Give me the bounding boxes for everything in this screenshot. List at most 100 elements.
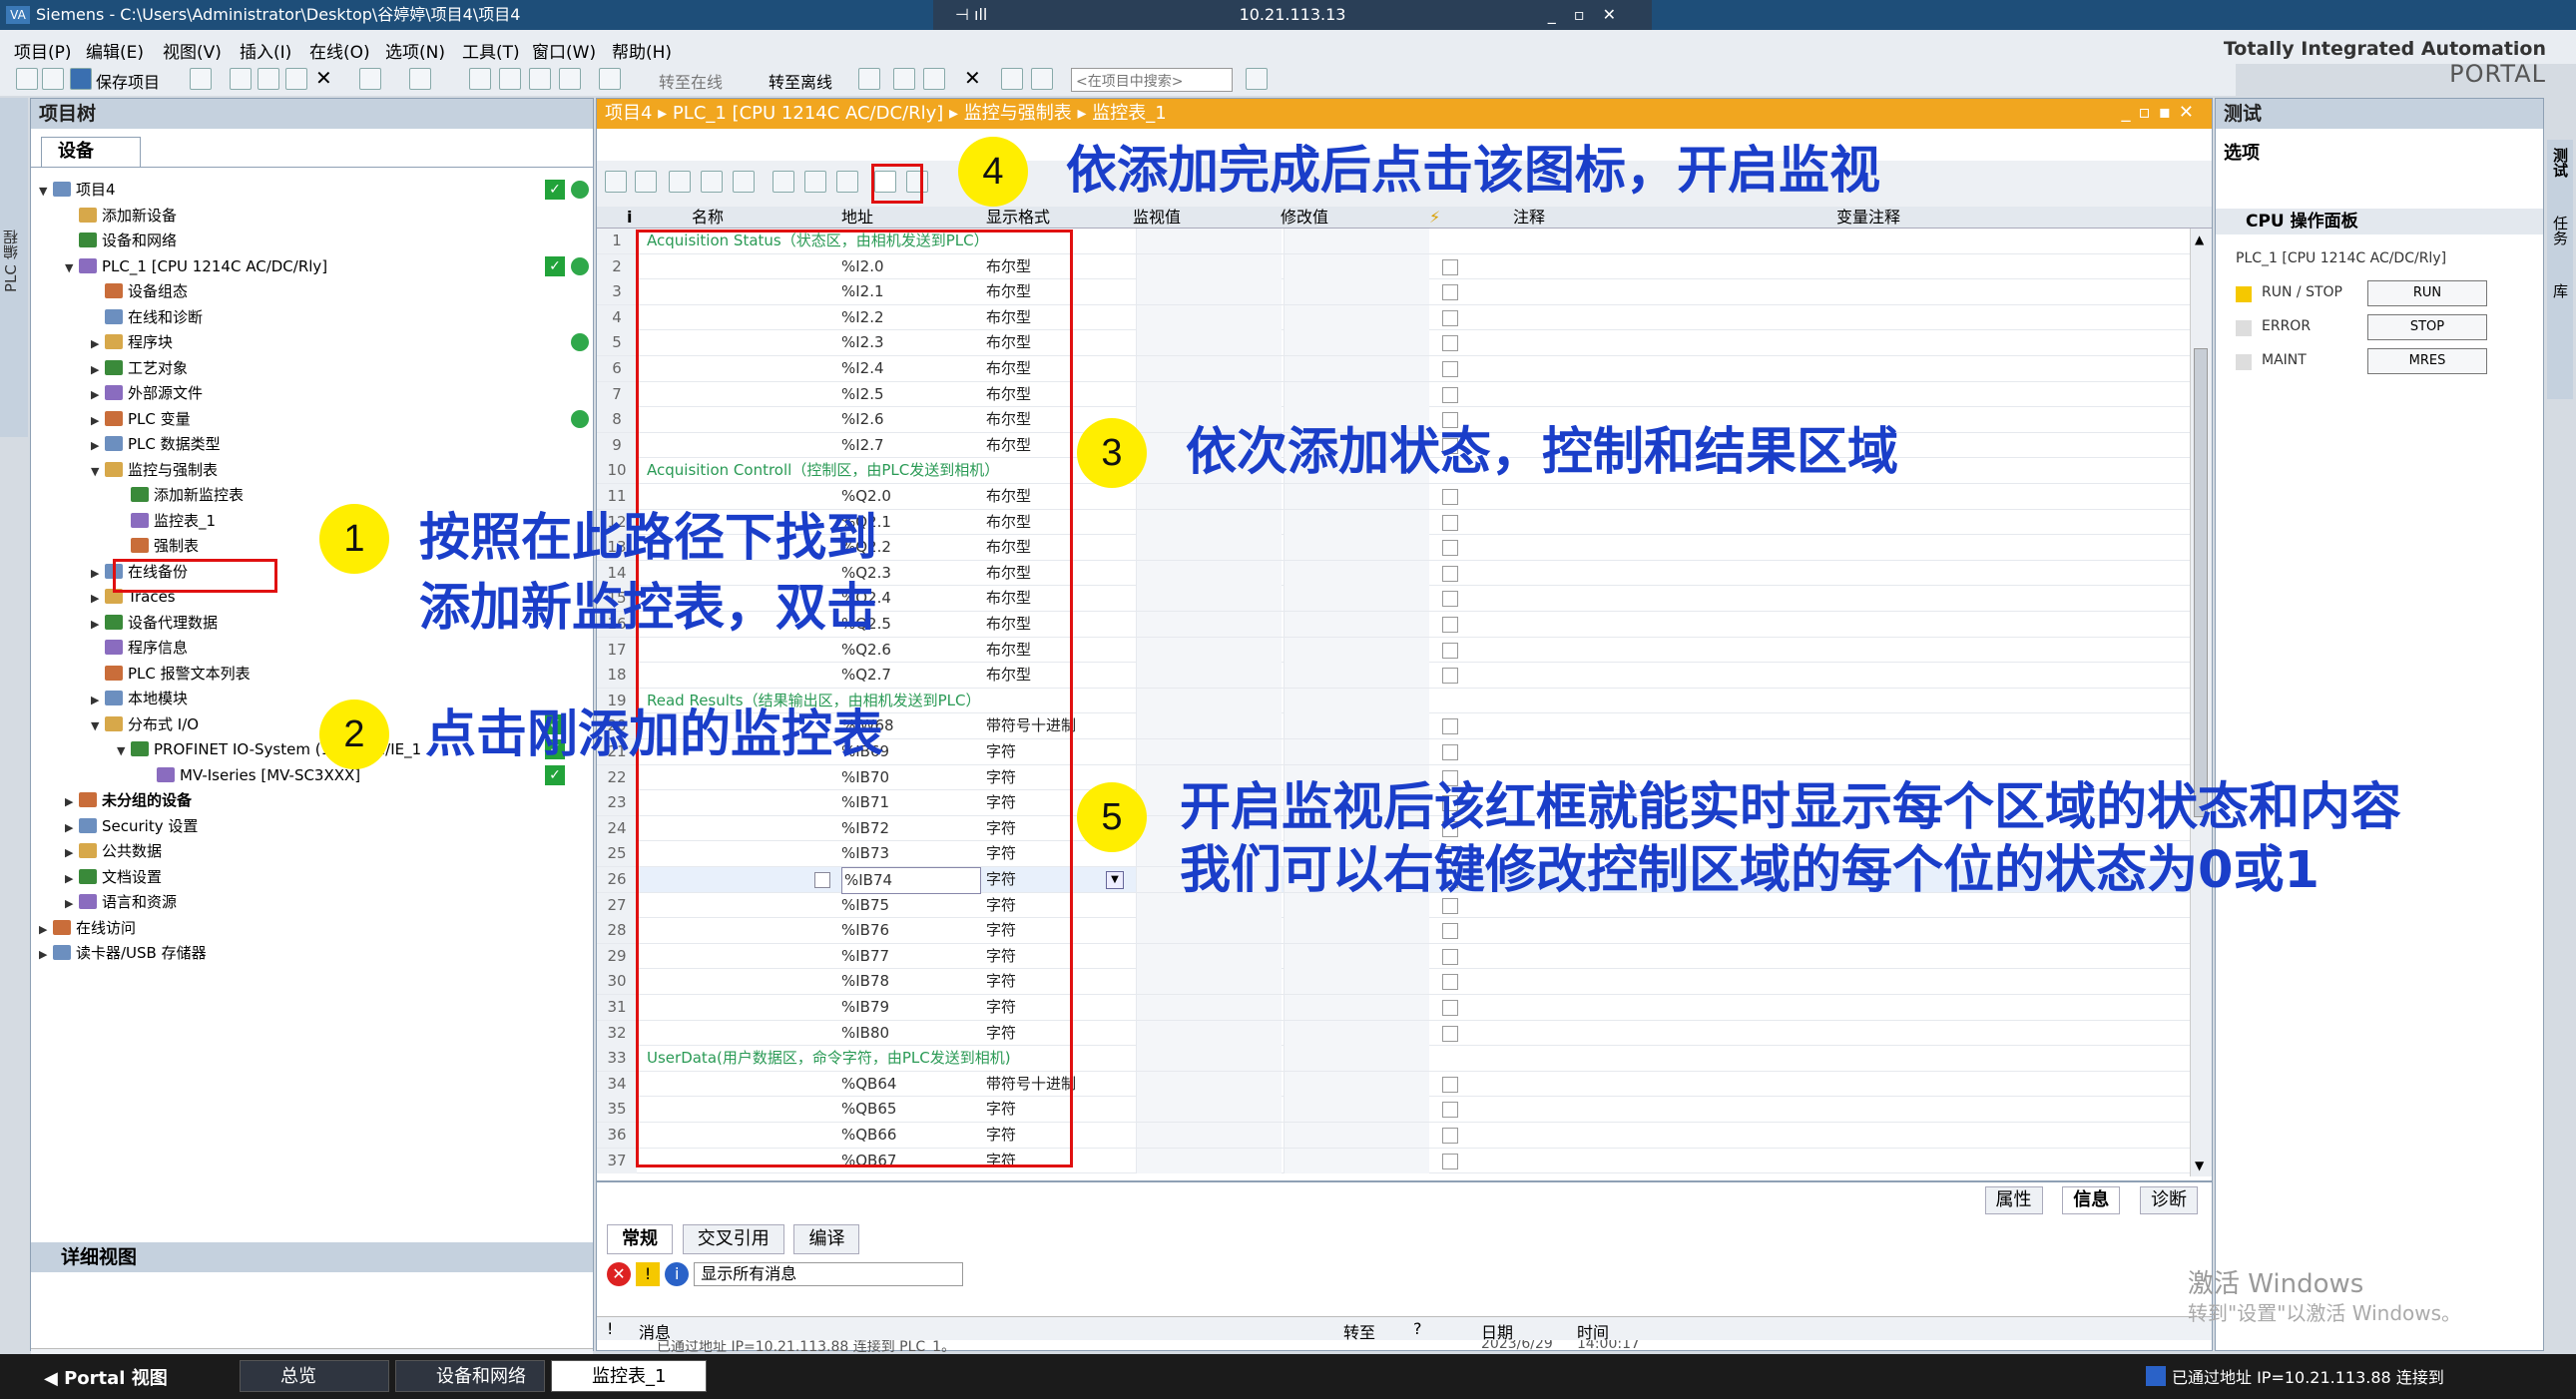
task-overview[interactable]: 总览 [240,1360,389,1392]
close-all-icon[interactable]: ✕ [964,66,981,90]
modify-checkbox[interactable] [1442,258,1458,275]
portal-view-button[interactable]: ◀ Portal 视图 [44,1364,168,1390]
tree-item[interactable]: ▶ 文档设置 [31,865,593,890]
modify-checkbox[interactable] [1442,1102,1458,1119]
remote-window-controls[interactable]: _▫✕ [1548,0,1634,30]
tab-info[interactable]: 信息 [2062,1186,2121,1214]
vtab-testing[interactable]: 测试 [2547,140,2574,186]
add-row-icon[interactable] [635,171,657,193]
split-vertical-icon[interactable] [1031,68,1053,90]
split-editor-icon[interactable] [923,68,945,90]
expand-arrow-icon[interactable]: ▼ [65,255,79,280]
cut-icon[interactable] [230,68,252,90]
warning-filter-icon[interactable]: ! [636,1262,661,1286]
modify-value-cell[interactable] [1284,253,1429,279]
tree-item[interactable]: 添加新设备 [31,204,593,229]
expand-arrow-icon[interactable]: ▶ [65,815,79,840]
menu-help[interactable]: 帮助(H) [612,38,672,63]
save-project-button[interactable]: 保存项目 [96,69,160,93]
menu-view[interactable]: 视图(V) [163,38,222,63]
modify-value-cell[interactable] [1284,1123,1429,1148]
force-icon[interactable] [773,171,794,193]
modify-trigger-icon[interactable] [701,171,723,193]
tree-item[interactable]: ▶ 语言和资源 [31,890,593,915]
tree-item[interactable]: ▶ 在线访问 [31,916,593,941]
tree-item[interactable]: ▶ 程序块 [31,330,593,355]
expand-arrow-icon[interactable]: ▶ [91,612,105,637]
modify-checkbox[interactable] [1442,948,1458,965]
open-project-icon[interactable] [42,68,64,90]
modify-value-cell[interactable] [1284,1046,1429,1072]
modify-checkbox[interactable] [1442,974,1458,991]
detail-view-title[interactable]: 详细视图 [31,1242,593,1272]
undo-icon[interactable] [359,68,381,90]
modify-value-cell[interactable] [1284,1071,1429,1097]
modify-value-cell[interactable] [1284,356,1429,381]
expand-arrow-icon[interactable]: ▶ [39,917,53,942]
stop-sim-icon[interactable] [599,68,621,90]
expand-arrow-icon[interactable]: ▶ [91,382,105,407]
modify-value-cell[interactable] [1284,330,1429,356]
modify-checkbox[interactable] [1442,361,1458,377]
modify-value-cell[interactable] [1284,637,1429,663]
menu-insert[interactable]: 插入(I) [240,38,291,63]
modify-checkbox[interactable] [1442,642,1458,659]
modify-checkbox[interactable] [1442,309,1458,326]
mres-button[interactable]: MRES [2367,348,2487,374]
tree-item[interactable]: ▼ 监控与强制表 [31,458,593,483]
menu-project[interactable]: 项目(P) [14,38,72,63]
expand-arrow-icon[interactable]: ▼ [39,179,53,204]
tab-properties[interactable]: 属性 [1984,1186,2043,1214]
modify-checkbox[interactable] [1442,744,1458,760]
save-icon[interactable] [70,68,92,90]
modify-value-cell[interactable] [1284,484,1429,509]
menu-tools[interactable]: 工具(T) [462,38,520,63]
tree-item[interactable]: ▶ 公共数据 [31,839,593,864]
modify-value-cell[interactable] [1284,509,1429,535]
modify-value-cell[interactable] [1284,663,1429,689]
print-icon[interactable] [190,68,212,90]
modify-value-cell[interactable] [1284,612,1429,637]
redo-icon[interactable] [409,68,431,90]
menu-online[interactable]: 在线(O) [309,38,370,63]
task-devices-networks[interactable]: 设备和网络 [395,1360,545,1392]
plc-programming-sidetab[interactable]: PLC 编程 [0,98,28,437]
menu-options[interactable]: 选项(N) [385,38,445,63]
expand-arrow-icon[interactable]: ▶ [91,357,105,382]
modify-value-cell[interactable] [1284,918,1429,944]
subtab-cross-reference[interactable]: 交叉引用 [682,1224,784,1254]
modify-value-cell[interactable] [1284,304,1429,330]
tree-item[interactable]: ▼ PLC_1 [CPU 1214C AC/DC/Rly] ✓ [31,254,593,279]
modify-value-cell[interactable] [1284,560,1429,586]
modify-checkbox[interactable] [1442,923,1458,940]
scroll-up-icon[interactable]: ▲ [2195,233,2204,246]
modify-value-cell[interactable] [1284,688,1429,713]
scroll-thumb[interactable] [2194,348,2208,817]
expand-arrow-icon[interactable]: ▶ [65,891,79,916]
stop-force-icon[interactable] [804,171,826,193]
modify-checkbox[interactable] [1442,1153,1458,1169]
split-horizontal-icon[interactable] [1001,68,1023,90]
modify-value-cell[interactable] [1284,1020,1429,1046]
subtab-compile[interactable]: 编译 [793,1224,860,1254]
cross-ref-icon[interactable] [893,68,915,90]
format-dropdown-icon[interactable]: ▼ [1106,871,1124,889]
show-hide-icon[interactable] [836,171,858,193]
modify-checkbox[interactable] [1442,591,1458,608]
modify-checkbox[interactable] [1442,284,1458,301]
modify-checkbox[interactable] [1442,1025,1458,1042]
modify-now-icon[interactable] [669,171,691,193]
modify-checkbox[interactable] [1442,617,1458,633]
tab-diagnostics[interactable]: 诊断 [2140,1186,2198,1214]
stop-button[interactable]: STOP [2367,314,2487,340]
expand-arrow-icon[interactable]: ▶ [91,561,105,586]
message-row[interactable]: 已通过地址 IP=10.21.113.88 连接到 PLC_1。 2023/6/… [597,1340,2212,1352]
project-search-input[interactable]: <在项目中搜索> [1071,68,1233,92]
table-vertical-scrollbar[interactable]: ▲ ▼ [2190,229,2212,1176]
modify-value-cell[interactable] [1284,586,1429,612]
menu-edit[interactable]: 编辑(E) [86,38,144,63]
tree-item[interactable]: ▶ 读卡器/USB 存储器 [31,941,593,966]
delete-icon[interactable]: ✕ [315,66,332,90]
modify-checkbox[interactable] [1442,540,1458,557]
expand-arrow-icon[interactable]: ▼ [91,713,105,738]
